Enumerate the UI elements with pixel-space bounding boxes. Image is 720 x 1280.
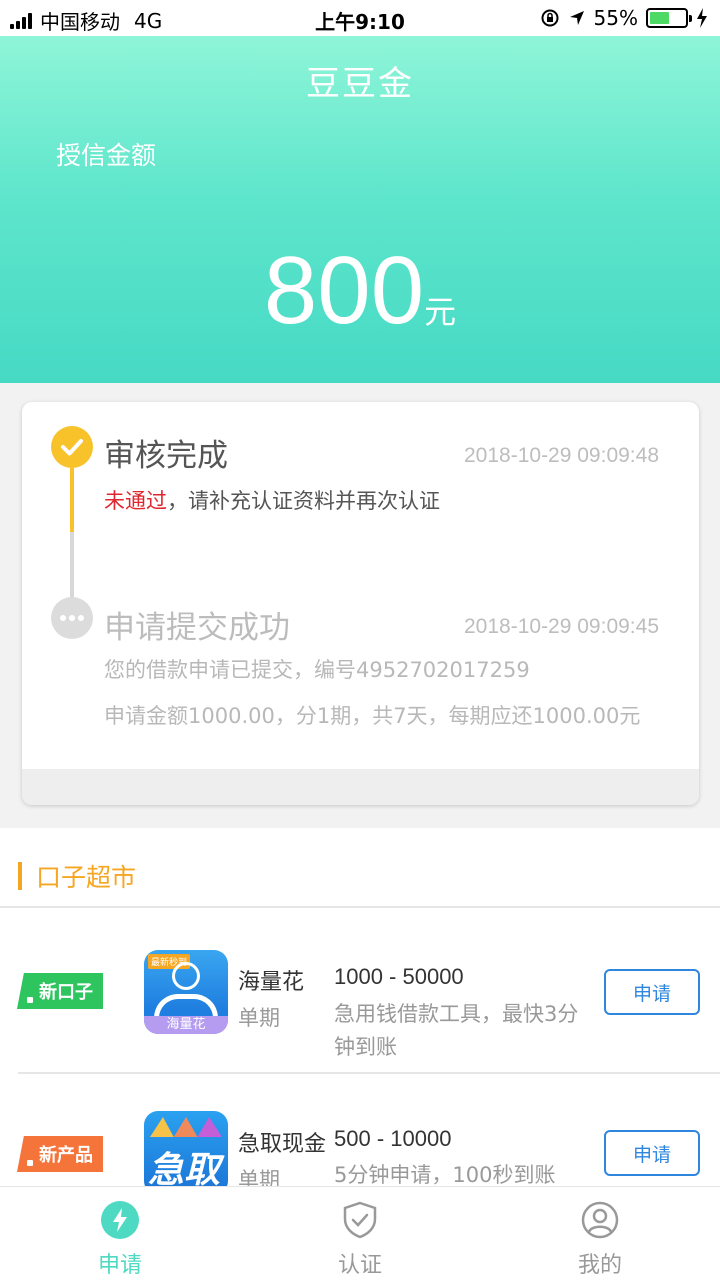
lightning-icon <box>101 1201 139 1239</box>
apply-button[interactable]: 申请 <box>604 969 700 1015</box>
product-name: 急取现金 <box>238 1132 327 1157</box>
app-logo[interactable]: 最新秒到 海量花 <box>144 950 228 1034</box>
progress-line-done <box>70 462 74 532</box>
tab-mine-label: 我的 <box>577 1253 622 1278</box>
card-footer <box>22 769 699 805</box>
divider <box>18 1072 720 1074</box>
tab-apply[interactable]: 申请 <box>0 1187 240 1280</box>
step-review-title: 审核完成 <box>104 438 228 474</box>
section-accent-bar <box>18 862 22 890</box>
review-status: 未通过 <box>104 489 167 513</box>
step-submit-desc: 您的借款申请已提交，编号4952702017259 <box>104 658 530 682</box>
credit-label: 授信金额 <box>56 141 157 170</box>
mountains-icon <box>150 1117 222 1137</box>
apply-button[interactable]: 申请 <box>604 1130 700 1176</box>
section-title: 口子超市 <box>36 863 137 892</box>
battery-percent: 55% <box>593 6 638 30</box>
product-range: 1000 - 50000 <box>334 964 464 989</box>
new-product-tag: 新产品 <box>17 1136 103 1172</box>
app-logo[interactable]: 急取 <box>144 1111 228 1195</box>
step-review-desc: 未通过，请补充认证资料并再次认证 <box>104 485 440 515</box>
progress-line-pending <box>70 532 74 602</box>
tab-verify[interactable]: 认证 <box>240 1187 480 1280</box>
step-submit-time: 2018-10-29 09:09:45 <box>464 615 659 638</box>
more-dots-icon <box>51 597 93 639</box>
check-icon <box>51 426 93 468</box>
status-bar: 中国移动 4G 上午9:10 55% <box>0 0 720 36</box>
step-submit-title: 申请提交成功 <box>104 610 290 646</box>
step-review-time: 2018-10-29 09:09:48 <box>464 444 659 467</box>
battery-icon <box>646 8 692 28</box>
new-tag: 新口子 <box>17 973 103 1009</box>
page-title: 豆豆金 <box>306 64 414 104</box>
review-message: ，请补充认证资料并再次认证 <box>167 489 440 513</box>
section-header: 口子超市 <box>18 858 136 894</box>
tab-mine[interactable]: 我的 <box>480 1187 720 1280</box>
charging-icon <box>697 8 707 28</box>
shield-check-icon <box>343 1201 377 1239</box>
product-name: 海量花 <box>238 970 305 995</box>
credit-header: 豆豆金 授信金额 800元 <box>0 36 720 383</box>
tab-bar: 申请 认证 我的 <box>0 1186 720 1280</box>
product-period: 单期 <box>238 1006 280 1030</box>
credit-amount-value: 800 <box>263 237 425 344</box>
divider <box>0 906 720 908</box>
tab-apply-label: 申请 <box>97 1253 142 1278</box>
step-submit-amount: 申请金额1000.00，分1期，共7天，每期应还1000.00元 <box>104 704 641 728</box>
rotation-lock-icon <box>541 9 559 27</box>
credit-amount: 800元 <box>0 236 720 346</box>
product-desc: 急用钱借款工具，最快3分钟到账 <box>334 1002 579 1059</box>
application-progress-card: 审核完成 2018-10-29 09:09:48 未通过，请补充认证资料并再次认… <box>22 402 699 805</box>
tab-verify-label: 认证 <box>337 1253 382 1278</box>
fountain-icon <box>154 994 218 1018</box>
app-logo-text: 海量花 <box>144 1016 228 1034</box>
location-icon <box>569 11 584 25</box>
credit-amount-unit: 元 <box>424 293 457 331</box>
coin-icon <box>172 962 200 990</box>
user-icon <box>581 1201 619 1239</box>
product-range: 500 - 10000 <box>334 1126 452 1151</box>
